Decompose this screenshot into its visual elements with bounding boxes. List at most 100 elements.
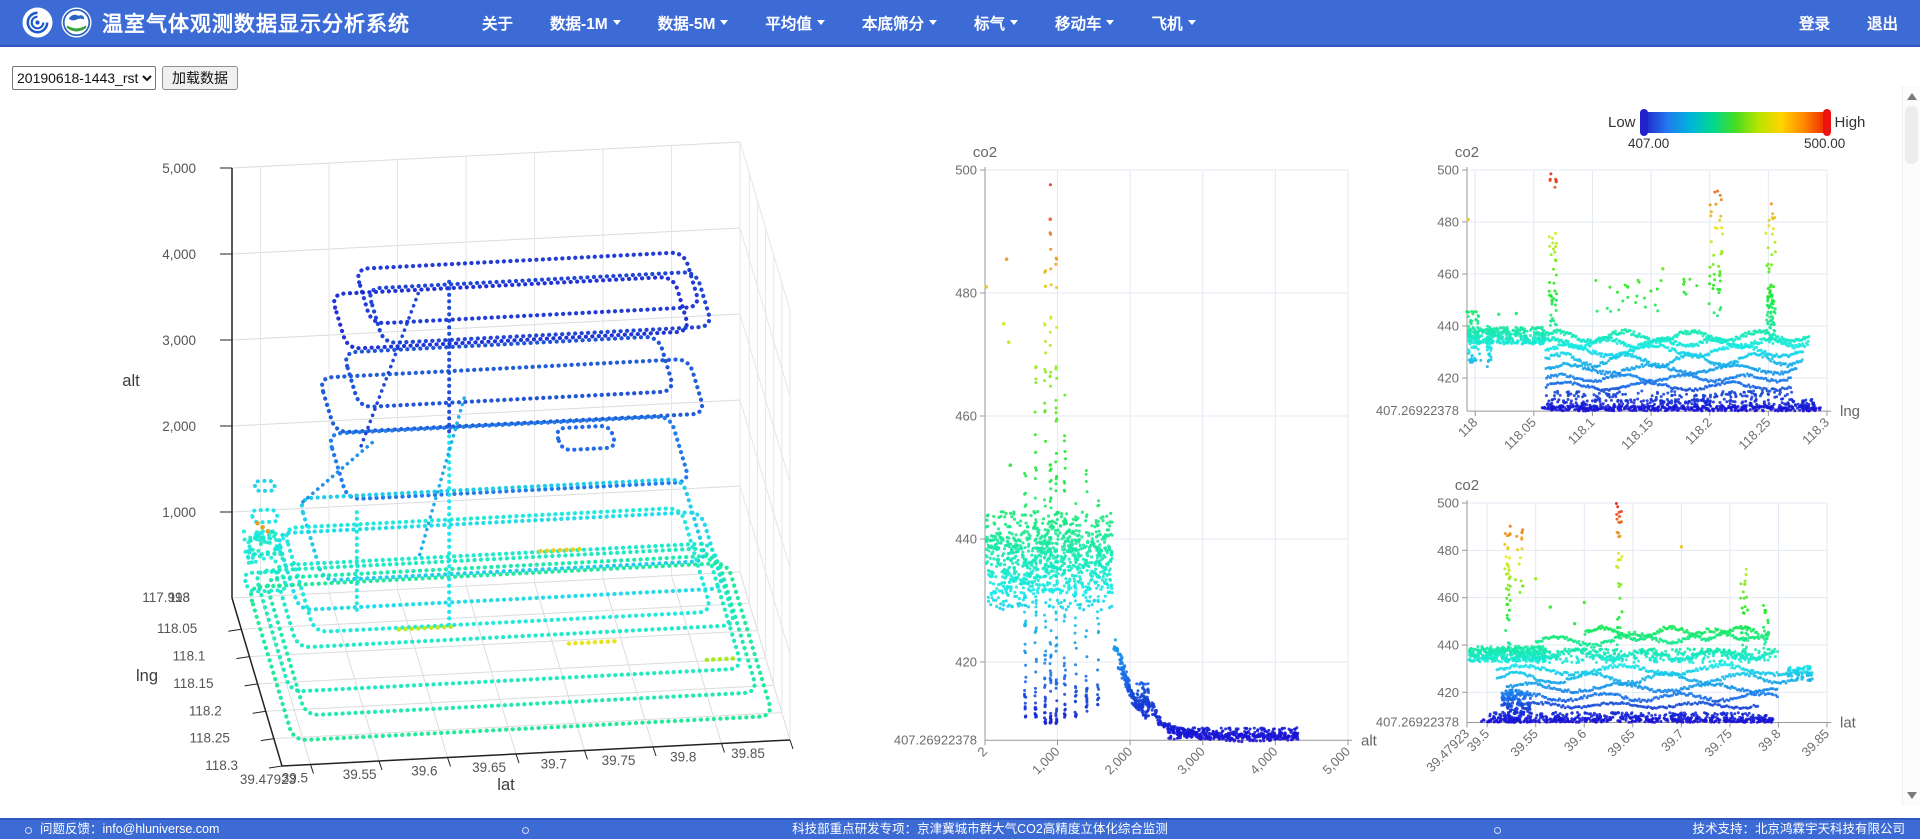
svg-text:2,000: 2,000 [162,419,196,434]
svg-text:39.55: 39.55 [343,767,377,782]
footer-bar: 问题反馈：info@hluniverse.com 科技部重点研发专项：京津冀城市… [0,818,1920,839]
svg-text:407.26922378: 407.26922378 [894,732,977,747]
svg-text:500: 500 [1437,163,1459,178]
app-root: 温室气体观测数据显示分析系统 关于 数据-1M 数据-5M 平均值 本底筛分 标气 移动车 飞… [0,0,1920,839]
nav-item-label: 标气 [973,15,1005,33]
svg-text:4,000: 4,000 [1247,744,1281,778]
svg-text:lat: lat [497,776,515,794]
svg-text:co2: co2 [1455,144,1479,161]
svg-text:1,000: 1,000 [162,505,196,520]
svg-text:118.05: 118.05 [1501,415,1539,453]
svg-text:118: 118 [168,590,190,605]
nav-item-data-5m[interactable]: 数据-5M [658,12,729,34]
chevron-down-icon [1009,20,1018,25]
svg-text:39.85: 39.85 [1799,726,1833,760]
footer-dot-icon [522,827,529,834]
svg-text:118.15: 118.15 [1618,415,1656,453]
svg-text:460: 460 [1437,590,1459,605]
auth-links: 登录 退出 [1799,12,1898,34]
nav-item-label: 数据-1M [550,15,608,33]
svg-text:4,000: 4,000 [162,247,196,262]
svg-text:118.2: 118.2 [189,703,222,718]
svg-text:lng: lng [1840,403,1860,420]
chevron-down-icon [1106,20,1115,25]
scroll-up-button[interactable] [1903,88,1920,105]
nav-item-standard-gas[interactable]: 标气 [974,12,1018,34]
login-link[interactable]: 登录 [1799,12,1830,34]
nav-item-label: 平均值 [765,15,812,33]
triangle-up-icon [1906,93,1917,100]
nav-item-average[interactable]: 平均值 [765,12,825,34]
svg-text:420: 420 [1437,371,1459,386]
svg-text:440: 440 [955,532,977,547]
svg-text:480: 480 [1437,543,1459,558]
footer-feedback: 问题反馈：info@hluniverse.com [40,822,220,836]
chart-co2-vs-lng[interactable]: 500 480 460 440 420 407.26922378118 118.05 118.… [1360,130,1860,460]
svg-text:lng: lng [136,667,158,685]
nav-item-about[interactable]: 关于 [482,12,513,34]
nav-item-label: 移动车 [1054,15,1102,33]
chart-co2-vs-lat[interactable]: 500 480 460 440 420 407.2692237839.4792339.5 3… [1360,460,1860,790]
chevron-down-icon [816,20,825,25]
svg-text:alt: alt [122,372,140,390]
cma-logo-icon [22,7,53,38]
dataset-select[interactable]: 20190618-1443_rst [12,66,156,90]
svg-text:39.65: 39.65 [1604,726,1638,760]
svg-text:39.7: 39.7 [541,757,567,772]
svg-text:440: 440 [1437,637,1459,652]
vertical-scrollbar[interactable] [1902,86,1920,806]
svg-text:118: 118 [1455,415,1480,440]
svg-text:39.6: 39.6 [411,764,437,779]
svg-text:5,000: 5,000 [1320,744,1354,778]
svg-text:407.26922378: 407.26922378 [1376,714,1459,729]
svg-text:407.26922378: 407.26922378 [1376,403,1459,418]
chart-co2-vs-alt[interactable]: 500 480 460 440 420 407.269223782 1,000 2,000 3,… [860,130,1380,790]
svg-text:39.75: 39.75 [1701,726,1735,760]
svg-text:39.8: 39.8 [670,750,696,765]
svg-text:118.25: 118.25 [1735,415,1773,453]
top-navbar: 温室气体观测数据显示分析系统 关于 数据-1M 数据-5M 平均值 本底筛分 标气 移动车 飞… [0,0,1920,47]
scroll-down-button[interactable] [1903,787,1920,804]
nav-item-label: 关于 [482,15,514,33]
svg-text:co2: co2 [1455,477,1479,494]
dataset-controls: 20190618-1443_rst 加载数据 [12,66,238,90]
svg-text:39.55: 39.55 [1507,726,1541,760]
svg-text:500: 500 [1437,496,1459,511]
svg-text:460: 460 [1437,267,1459,282]
svg-text:1,000: 1,000 [1029,744,1063,778]
chevron-down-icon [1187,20,1196,25]
svg-text:39.47923: 39.47923 [240,772,296,787]
nav-item-mobile-vehicle[interactable]: 移动车 [1055,12,1115,34]
nav-item-aircraft[interactable]: 飞机 [1151,12,1196,34]
svg-text:39.85: 39.85 [731,746,765,761]
footer-support: 技术支持：北京鸿霖宇天科技有限公司 [1692,822,1905,836]
nav-item-label: 数据-5M [657,15,716,33]
load-data-button[interactable]: 加载数据 [162,66,238,90]
svg-text:118.2: 118.2 [1682,415,1715,448]
app-title: 温室气体观测数据显示分析系统 [102,12,410,36]
footer-project: 科技部重点研发专项：京津冀城市群大气CO2高精度立体化综合监测 [792,822,1168,836]
svg-text:500: 500 [955,163,977,178]
svg-text:lat: lat [1840,714,1857,731]
logout-link[interactable]: 退出 [1867,12,1898,34]
svg-text:118.3: 118.3 [205,758,238,773]
svg-text:2: 2 [974,744,990,760]
svg-text:118.05: 118.05 [157,621,197,636]
svg-text:2,000: 2,000 [1102,744,1136,778]
svg-text:39.75: 39.75 [602,753,636,768]
svg-text:3,000: 3,000 [1174,744,1208,778]
svg-text:118.1: 118.1 [173,649,206,664]
svg-text:480: 480 [1437,215,1459,230]
nav-item-data-1m[interactable]: 数据-1M [550,12,621,34]
chart-3d-flight-track[interactable]: 1,000 2,000 3,000 4,000 5,000 118.05 118.1 118.… [80,110,800,810]
svg-text:39.7: 39.7 [1658,726,1687,755]
svg-text:39.6: 39.6 [1561,726,1590,755]
nav-item-background-filter[interactable]: 本底筛分 [862,12,937,34]
triangle-down-icon [1906,792,1917,799]
nav-item-label: 本底筛分 [861,15,924,33]
iap-logo-icon [61,7,92,38]
nav-item-label: 飞机 [1151,15,1183,33]
scrollbar-thumb[interactable] [1905,106,1918,164]
svg-text:3,000: 3,000 [162,333,196,348]
svg-text:480: 480 [955,286,977,301]
